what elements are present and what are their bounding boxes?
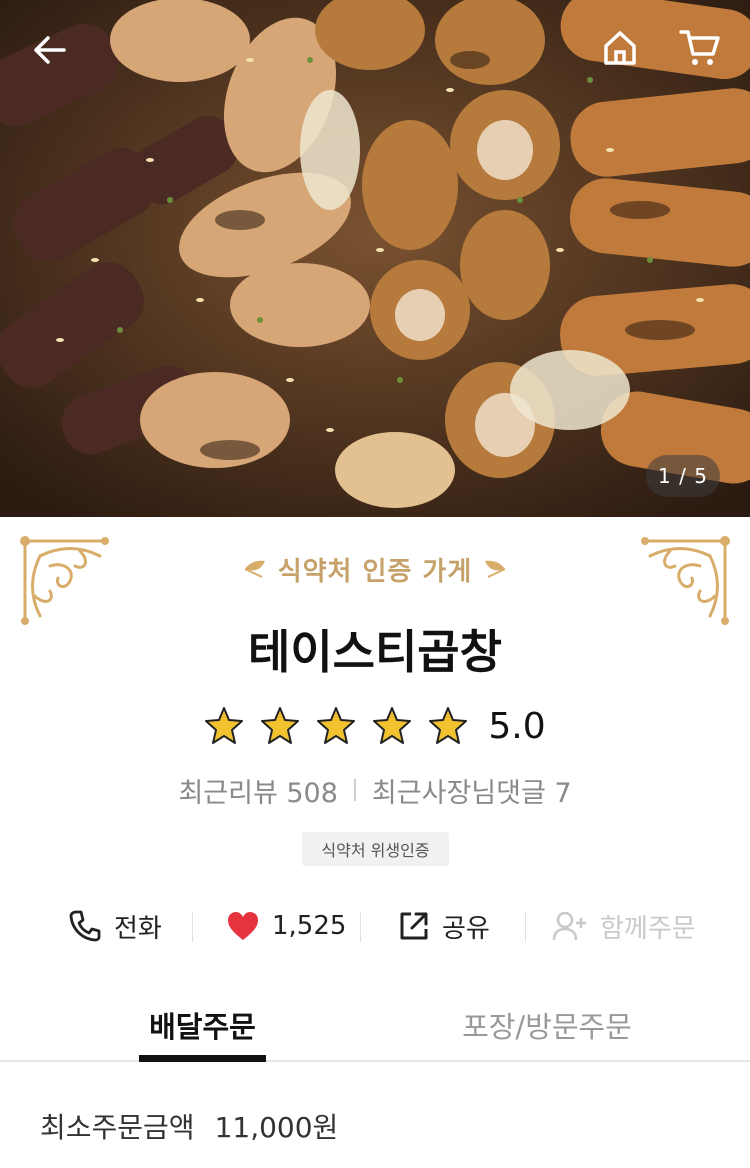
rating: 5.0 (0, 700, 750, 752)
leaf-ornament-icon (485, 560, 506, 578)
cart-icon (679, 30, 720, 65)
certification-banner: 식약처 인증 가게 (0, 545, 750, 593)
store-detail-screen: 1 / 5 식약처 인증 가게 테이스티곱창 5.0 최근리뷰 508 최근사장… (0, 0, 750, 1168)
home-button[interactable] (592, 20, 648, 76)
star-icon (205, 707, 244, 744)
photo-counter: 1 / 5 (646, 455, 720, 497)
divider (353, 779, 356, 801)
phone-icon (69, 910, 101, 942)
store-name: 테이스티곱창 (248, 625, 502, 679)
store-photo-carousel[interactable]: 1 / 5 (0, 0, 750, 517)
share-label: 공유 (442, 913, 490, 944)
review-summary: 최근리뷰 508 최근사장님댓글 7 (0, 768, 750, 812)
favorite-count: 1,525 (272, 911, 347, 941)
call-label: 전화 (114, 913, 162, 944)
cart-button[interactable] (672, 20, 728, 76)
star-rating (204, 706, 468, 746)
tab-pickup[interactable]: 포장/방문주문 (440, 990, 654, 1060)
star-icon (317, 707, 356, 744)
favorite-button[interactable]: 1,525 (226, 910, 346, 942)
home-icon (604, 31, 636, 65)
min-order-info: 최소주문금액 11,000원 (40, 1102, 338, 1150)
tab-delivery[interactable]: 배달주문 (120, 990, 285, 1062)
heart-icon (228, 912, 258, 940)
back-button[interactable] (22, 22, 78, 78)
action-bar: 전화 1,525 공유 함께주문 (0, 900, 750, 952)
add-user-icon (552, 911, 586, 941)
divider (360, 912, 361, 942)
call-button[interactable]: 전화 (68, 908, 162, 945)
arrow-left-icon (34, 36, 66, 64)
owner-replies-link[interactable]: 최근사장님댓글 7 (372, 771, 572, 810)
share-icon (400, 912, 428, 940)
certification-text: 식약처 인증 가게 (277, 556, 473, 587)
hygiene-badge: 식약처 위생인증 (302, 832, 449, 866)
min-order-label: 최소주문금액 (40, 1111, 195, 1144)
order-type-tabs: 배달주문 포장/방문주문 (0, 990, 750, 1062)
rating-value: 5.0 (488, 705, 546, 747)
leaf-ornament-icon (244, 560, 265, 578)
group-order-button[interactable]: 함께주문 (552, 908, 696, 945)
star-icon (261, 707, 300, 744)
star-icon (373, 707, 412, 744)
food-photo (0, 0, 750, 517)
star-icon (429, 707, 468, 744)
divider (192, 912, 193, 942)
min-order-value: 11,000원 (214, 1111, 339, 1144)
share-button[interactable]: 공유 (398, 908, 490, 945)
recent-reviews-link[interactable]: 최근리뷰 508 (178, 771, 337, 810)
group-order-label: 함께주문 (600, 913, 696, 944)
divider (525, 912, 526, 942)
